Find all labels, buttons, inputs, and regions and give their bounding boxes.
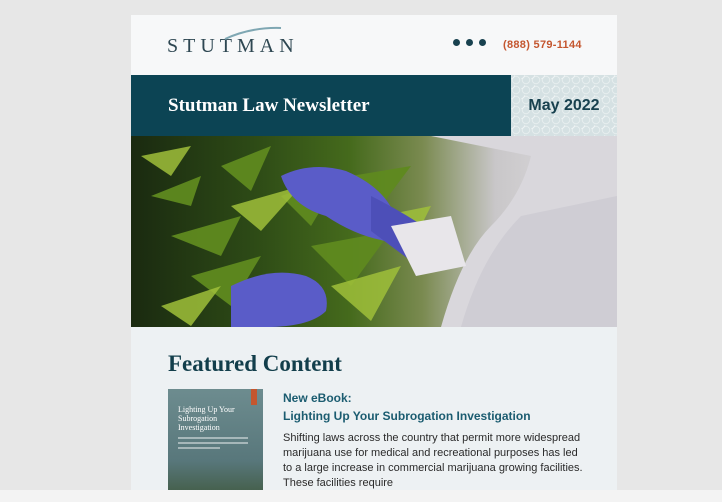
ebook-cover-title: Lighting Up Your Subrogation Investigati… <box>178 405 235 432</box>
ebook-cover-image[interactable]: Lighting Up Your Subrogation Investigati… <box>168 389 263 490</box>
issue-date: May 2022 <box>511 75 617 136</box>
featured-heading: Featured Content <box>168 351 342 376</box>
newsletter-title: Stutman Law Newsletter <box>131 75 511 136</box>
featured-item: Lighting Up Your Subrogation Investigati… <box>168 389 617 490</box>
cannabis-plant-illustration <box>141 136 617 327</box>
newsletter-banner: Stutman Law Newsletter May 2022 <box>131 75 617 136</box>
article-body: Shifting laws across the country that pe… <box>283 432 583 489</box>
article-kicker: New eBook: <box>283 391 352 405</box>
email-header: STUTMAN (888) 579-1144 <box>131 15 617 75</box>
article-title-link[interactable]: Lighting Up Your Subrogation Investigati… <box>283 407 583 425</box>
featured-section: Featured Content Lighting Up Your Subrog… <box>131 327 617 490</box>
more-dots-icon[interactable] <box>453 39 486 46</box>
ebook-cover-subtext <box>178 437 248 452</box>
hero-image <box>131 136 617 327</box>
logo-swoosh-icon <box>224 26 282 40</box>
ebook-bookmark-icon <box>251 389 257 405</box>
page-bottom-strip <box>0 490 722 502</box>
article-summary: New eBook: Lighting Up Your Subrogation … <box>283 389 583 490</box>
newsletter-email: STUTMAN (888) 579-1144 Stutman Law Newsl… <box>131 15 617 490</box>
phone-link[interactable]: (888) 579-1144 <box>503 39 582 51</box>
